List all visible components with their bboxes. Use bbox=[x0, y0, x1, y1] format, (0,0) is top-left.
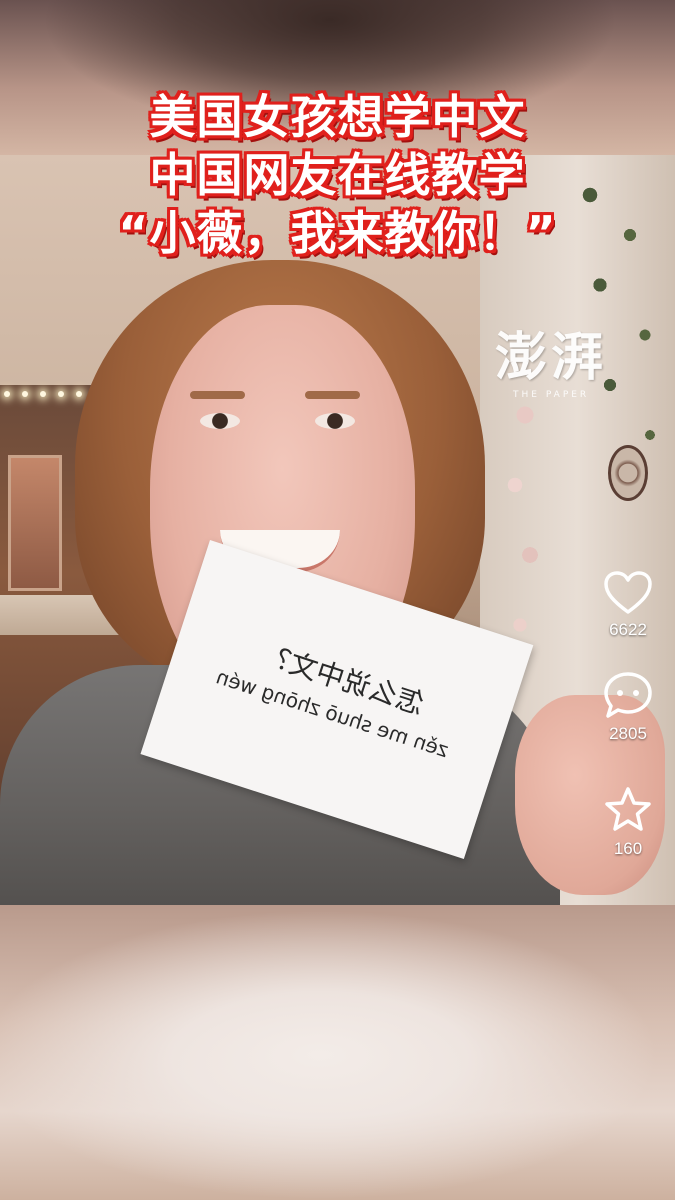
person-brow-right bbox=[305, 391, 360, 399]
the-paper-watermark: 澎湃 THE PAPER bbox=[495, 315, 655, 415]
room-window bbox=[8, 455, 62, 591]
headline-line-1: 美国女孩想学中文 bbox=[149, 90, 526, 144]
action-rail: 6622 2805 160 bbox=[596, 570, 660, 895]
like-count: 6622 bbox=[609, 620, 647, 639]
star-icon bbox=[596, 785, 660, 835]
comment-count: 2805 bbox=[609, 724, 647, 743]
comment-icon bbox=[596, 670, 660, 720]
watermark-mark: 澎湃 bbox=[495, 327, 608, 388]
headline-line-3: “小薇，我来教你！” bbox=[118, 206, 557, 260]
blurred-backdrop-bottom bbox=[0, 905, 675, 1200]
favorite-button[interactable]: 160 bbox=[596, 785, 660, 895]
person-eye-left bbox=[200, 413, 240, 429]
string-lights bbox=[0, 385, 90, 415]
video-frame[interactable]: 怎么说中文？ zěn me shuō zhōng wén bbox=[0, 155, 675, 905]
dreamcatcher bbox=[608, 445, 648, 501]
watermark-sub: THE PAPER bbox=[513, 390, 590, 400]
headline-line-2: 中国网友在线教学 bbox=[149, 148, 526, 202]
like-button[interactable]: 6622 bbox=[596, 570, 660, 670]
heart-icon bbox=[596, 570, 660, 616]
person-brow-left bbox=[190, 391, 245, 399]
person-eye-right bbox=[315, 413, 355, 429]
favorite-count: 160 bbox=[613, 839, 643, 858]
headline-caption: 美国女孩想学中文 中国网友在线教学 “小薇，我来教你！” bbox=[0, 88, 675, 262]
comment-button[interactable]: 2805 bbox=[596, 670, 660, 785]
